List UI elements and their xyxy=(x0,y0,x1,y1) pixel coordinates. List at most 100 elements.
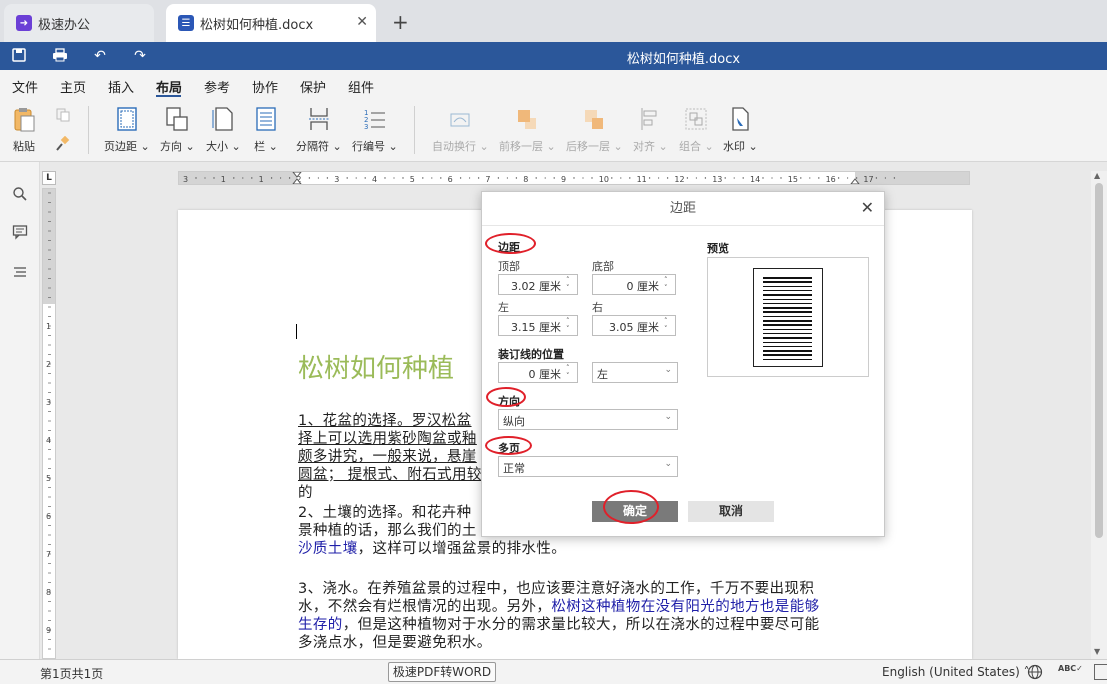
align-button[interactable]: 对齐 ⌄ xyxy=(633,106,668,154)
annotation-circle xyxy=(485,436,532,455)
spinner-icon[interactable]: ˄ ˅ xyxy=(566,276,574,292)
watermark-button[interactable]: 水印 ⌄ xyxy=(723,106,758,154)
paste-button[interactable]: 粘贴 xyxy=(12,106,36,154)
columns-button[interactable]: 栏 ⌄ xyxy=(254,106,278,154)
bottom-margin-input[interactable]: 0 厘米 ˄ ˅ xyxy=(592,274,676,295)
menu-protect[interactable]: 保护 xyxy=(300,77,326,96)
breaks-label: 分隔符 ⌄ xyxy=(296,140,342,153)
size-button[interactable]: 大小 ⌄ xyxy=(206,106,241,154)
line-numbers-button[interactable]: 123 行编号 ⌄ xyxy=(352,106,398,154)
spinner-icon[interactable]: ˄ ˅ xyxy=(664,317,672,333)
menu-insert[interactable]: 插入 xyxy=(108,77,134,96)
ruler-tick xyxy=(233,177,235,179)
ruler-tick-label: 6 xyxy=(448,175,453,184)
watermark-label: 水印 ⌄ xyxy=(723,140,758,153)
ruler-tick xyxy=(666,177,669,179)
menu-references[interactable]: 参考 xyxy=(204,77,230,96)
align-icon xyxy=(641,108,657,130)
paragraph-3: 3、浇水。在养殖盆景的过程中，也应该要注意好浇水的工作，千万不要出现积 水，不然… xyxy=(298,580,854,652)
ruler-tick xyxy=(686,177,689,179)
gutter-position-select[interactable]: 左 ⌄ xyxy=(592,362,678,383)
preview-line xyxy=(763,332,812,335)
annotation-circle xyxy=(603,490,659,524)
ruler-tick-label: 1 xyxy=(46,322,51,331)
globe-icon[interactable] xyxy=(1027,664,1043,683)
right-margin-input[interactable]: 3.05 厘米 ˄ ˅ xyxy=(592,315,676,336)
menu-collaborate[interactable]: 协作 xyxy=(252,77,278,96)
ruler-tick-label: 14 xyxy=(750,175,760,184)
preview-label: 预览 xyxy=(707,242,729,255)
menu-file[interactable]: 文件 xyxy=(12,77,38,96)
ruler-tick xyxy=(506,177,508,179)
ruler-tick xyxy=(469,177,471,179)
margins-icon xyxy=(117,107,137,131)
ruler-tick xyxy=(270,177,273,179)
spinner-icon[interactable]: ˄ ˅ xyxy=(566,364,574,380)
ruler-tick xyxy=(280,177,282,179)
wrap-text-button[interactable]: 自动换行 ⌄ xyxy=(432,106,489,154)
preview-line xyxy=(763,328,812,331)
right-indent-marker[interactable] xyxy=(850,178,860,184)
ruler-tick xyxy=(855,177,858,179)
navigation-icon[interactable] xyxy=(11,264,29,282)
preview-line xyxy=(763,281,812,283)
close-icon[interactable]: ✕ xyxy=(861,198,874,217)
menu-layout[interactable]: 布局 xyxy=(156,77,182,96)
comments-icon[interactable] xyxy=(11,224,29,242)
highlighted-text: 沙质土壤 xyxy=(298,541,358,557)
close-tab-icon[interactable]: ✕ xyxy=(356,14,368,30)
dialog-title: 边距 xyxy=(482,192,884,226)
spinner-icon[interactable]: ˄ ˅ xyxy=(664,276,672,292)
language-selector[interactable]: English (United States) ˄ xyxy=(882,665,1030,679)
tab-document[interactable]: ☰ 松树如何种植.docx ✕ xyxy=(166,4,376,42)
left-margin-input[interactable]: 3.15 厘米 ˄ ˅ xyxy=(498,315,578,336)
format-painter-icon[interactable] xyxy=(54,136,70,152)
scroll-up-icon[interactable]: ▲ xyxy=(1094,171,1100,180)
group-button[interactable]: 组合 ⌄ xyxy=(679,106,714,154)
new-tab-icon[interactable]: + xyxy=(392,10,409,34)
ruler-tick xyxy=(553,177,555,179)
copy-icon[interactable] xyxy=(56,108,70,122)
menu-plugins[interactable]: 组件 xyxy=(348,77,374,96)
scrollbar-thumb[interactable] xyxy=(1095,183,1103,538)
preview-line xyxy=(763,294,812,296)
ruler-tick xyxy=(884,177,887,179)
orientation-button[interactable]: 方向 ⌄ xyxy=(160,106,195,154)
gutter-input[interactable]: 0 厘米 ˄ ˅ xyxy=(498,362,578,383)
ruler-tick xyxy=(497,177,500,179)
scroll-down-icon[interactable]: ▼ xyxy=(1094,647,1100,656)
spinner-icon[interactable]: ˄ ˅ xyxy=(566,317,574,333)
margins-button[interactable]: 页边距 ⌄ xyxy=(104,106,150,154)
track-changes-icon[interactable] xyxy=(1094,664,1107,680)
menu-home[interactable]: 主页 xyxy=(60,77,86,96)
ruler-tick-label: 1 xyxy=(221,175,226,184)
breaks-button[interactable]: 分隔符 ⌄ xyxy=(296,106,342,154)
send-backward-button[interactable]: 后移一层 ⌄ xyxy=(566,106,623,154)
bring-forward-button[interactable]: 前移一层 ⌄ xyxy=(499,106,556,154)
ruler-tick xyxy=(515,177,518,179)
spellcheck-icon[interactable]: ABC✓ xyxy=(1058,664,1083,673)
vertical-scrollbar[interactable]: ▲ ▼ xyxy=(1091,171,1107,659)
ruler-tick xyxy=(326,177,329,179)
top-margin-input[interactable]: 3.02 厘米 ˄ ˅ xyxy=(498,274,578,295)
search-icon[interactable] xyxy=(11,186,29,204)
vertical-ruler[interactable]: 1 2 3 4 5 6 7 8 9 xyxy=(42,188,56,659)
page-counter: 第1页共1页 xyxy=(40,667,104,681)
tab-stop-selector[interactable]: L xyxy=(42,171,56,185)
chevron-down-icon: ⌄ xyxy=(664,412,672,422)
cancel-button[interactable]: 取消 xyxy=(688,501,774,522)
bring-forward-label: 前移一层 ⌄ xyxy=(499,140,556,153)
wrap-text-icon xyxy=(450,113,470,127)
chevron-down-icon: ⌄ xyxy=(664,459,672,469)
horizontal-ruler[interactable]: 3 1 1 2 3 4 5 6 7 8 9 10 11 12 13 14 15 16 17 xyxy=(178,171,970,185)
tab-home[interactable]: ➜ 极速办公 xyxy=(4,4,154,42)
document-heading: 松树如何种植 xyxy=(298,354,455,384)
ruler-tick-label: 4 xyxy=(46,436,51,445)
ribbon-separator xyxy=(88,106,89,154)
ruler-tick xyxy=(364,177,366,179)
pages-select[interactable]: 正常 ⌄ xyxy=(498,456,678,477)
pdf-to-word-button[interactable]: 极速PDF转WORD xyxy=(388,662,496,682)
right-label: 右 xyxy=(592,301,603,314)
orientation-select[interactable]: 纵向 ⌄ xyxy=(498,409,678,430)
group-label: 组合 ⌄ xyxy=(679,140,714,153)
